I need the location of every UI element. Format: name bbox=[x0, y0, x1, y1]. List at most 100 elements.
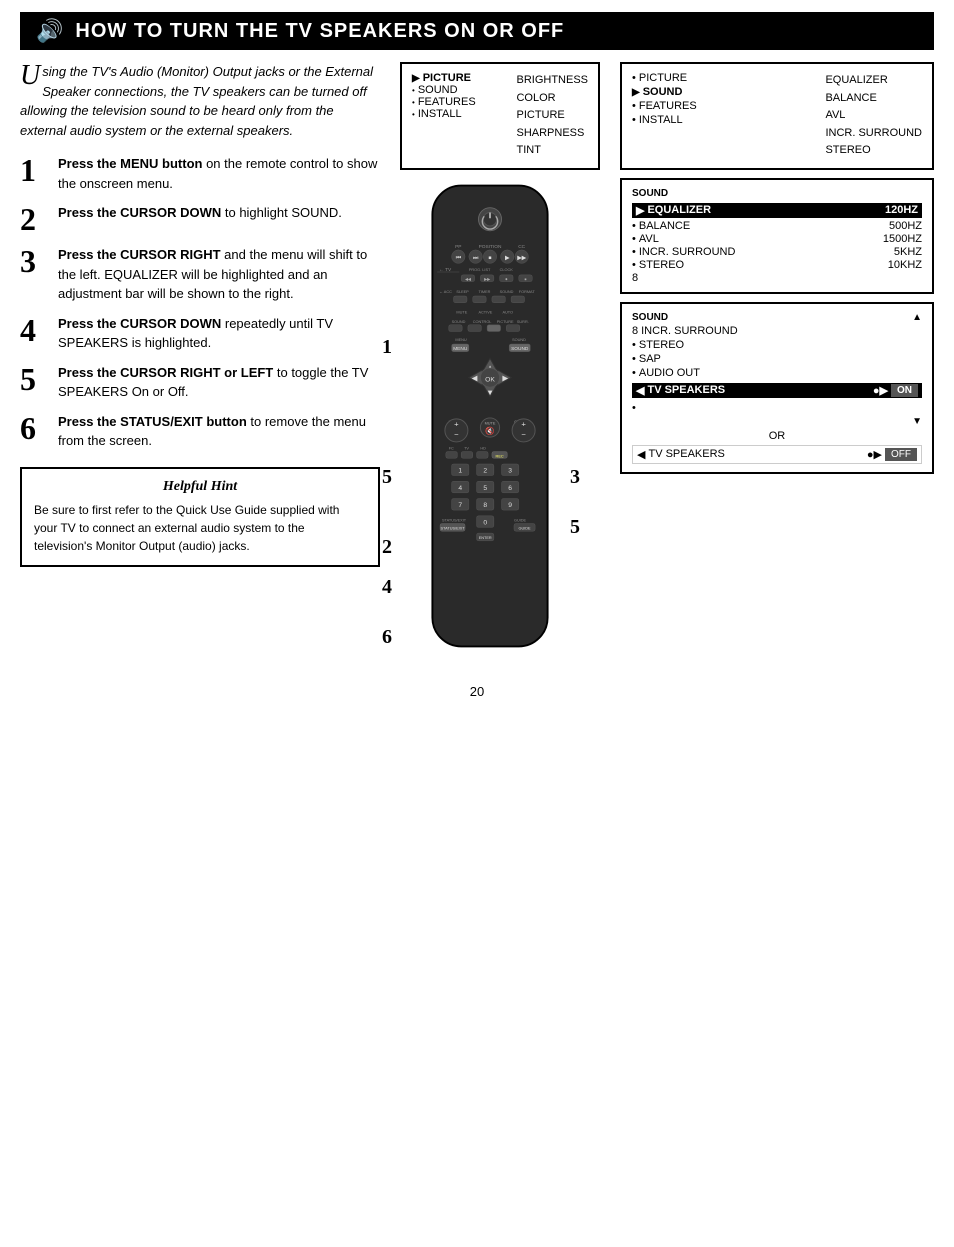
step-label-3: 3 bbox=[570, 466, 580, 489]
speaker-icon: 🔊 bbox=[36, 18, 63, 44]
s3-stereo: STEREO bbox=[639, 259, 684, 271]
step-number-3: 3 bbox=[20, 245, 50, 277]
menu1-picture: PICTURE bbox=[516, 107, 588, 125]
or-divider: OR bbox=[632, 430, 922, 442]
svg-text:ACTIVE: ACTIVE bbox=[478, 310, 492, 314]
screen3-label: SOUND bbox=[632, 188, 922, 199]
s3-1500: 1500HZ bbox=[883, 233, 922, 245]
svg-text:⏹: ⏹ bbox=[489, 255, 492, 261]
hint-text: Be sure to first refer to the Quick Use … bbox=[34, 501, 366, 555]
s3-eq-bar: ▶EQUALIZER 120HZ bbox=[632, 203, 922, 218]
step-label-5: 5 bbox=[382, 466, 392, 489]
svg-text:← TV: ← TV bbox=[439, 267, 452, 273]
s2-install: INSTALL bbox=[639, 114, 683, 126]
page-header: 🔊 How to Turn the TV Speakers On or Off bbox=[20, 12, 934, 50]
hint-box: Helpful Hint Be sure to first refer to t… bbox=[20, 467, 380, 567]
remote-control: 1 5 2 4 3 5 6 PP POSITION CC bbox=[400, 176, 600, 656]
intro-paragraph: Using the TV's Audio (Monitor) Output ja… bbox=[20, 62, 380, 140]
svg-text:3: 3 bbox=[508, 468, 512, 475]
hint-title: Helpful Hint bbox=[34, 479, 366, 495]
drop-cap: U bbox=[20, 62, 40, 90]
screen4-label: SOUND bbox=[632, 312, 668, 323]
svg-text:MUTE: MUTE bbox=[485, 422, 496, 426]
svg-text:MENU: MENU bbox=[453, 346, 468, 352]
s3-500: 500HZ bbox=[889, 220, 922, 232]
step-number-6: 6 bbox=[20, 412, 50, 444]
s3-incr: INCR. SURROUND bbox=[639, 246, 736, 258]
svg-text:⏺: ⏺ bbox=[505, 278, 507, 282]
step-label-2: 2 bbox=[382, 536, 392, 559]
s2-balance: BALANCE bbox=[825, 90, 922, 108]
menu1-picture: PICTURE bbox=[423, 72, 471, 84]
s2-sound: SOUND bbox=[643, 86, 683, 98]
step-3: 3 Press the CURSOR RIGHT and the menu wi… bbox=[20, 245, 380, 304]
svg-text:⏹: ⏹ bbox=[525, 278, 527, 282]
screen-3: SOUND ▶EQUALIZER 120HZ •BALANCE 500HZ •A… bbox=[620, 178, 934, 294]
svg-text:−: − bbox=[521, 430, 526, 439]
step-list: 1 Press the MENU button on the remote co… bbox=[20, 154, 380, 451]
svg-text:6: 6 bbox=[508, 485, 512, 492]
step-text-2: Press the CURSOR DOWN to highlight SOUND… bbox=[58, 203, 380, 223]
page-title: How to Turn the TV Speakers On or Off bbox=[75, 20, 564, 43]
step-number-2: 2 bbox=[20, 203, 50, 235]
step-text-4: Press the CURSOR DOWN repeatedly until T… bbox=[58, 314, 380, 353]
svg-text:MENU: MENU bbox=[455, 338, 467, 342]
svg-text:HD: HD bbox=[480, 447, 486, 451]
s3-5k: 5KHZ bbox=[894, 246, 922, 258]
svg-text:2: 2 bbox=[483, 468, 487, 475]
step-4: 4 Press the CURSOR DOWN repeatedly until… bbox=[20, 314, 380, 353]
svg-text:STATUS/EXIT: STATUS/EXIT bbox=[442, 519, 467, 523]
svg-text:SOUND: SOUND bbox=[512, 338, 526, 342]
s4-stereo: STEREO bbox=[639, 339, 684, 351]
s2-features: FEATURES bbox=[639, 100, 697, 112]
menu1-features: FEATURES bbox=[418, 96, 476, 108]
s4-incr: INCR. SURROUND bbox=[641, 325, 738, 337]
menu1-install: INSTALL bbox=[418, 108, 462, 120]
svg-text:FORMAT: FORMAT bbox=[519, 290, 536, 294]
s3-avl: AVL bbox=[639, 233, 659, 245]
tv-speakers-off: ◀TV SPEAKERS bbox=[637, 448, 725, 461]
s3-balance: BALANCE bbox=[639, 220, 690, 232]
svg-text:PICTURE: PICTURE bbox=[497, 320, 514, 324]
svg-text:4: 4 bbox=[458, 485, 462, 492]
svg-text:▶: ▶ bbox=[505, 255, 510, 261]
svg-text:7: 7 bbox=[458, 502, 462, 509]
svg-text:+: + bbox=[521, 420, 526, 429]
svg-text:CLOCK: CLOCK bbox=[500, 268, 514, 272]
svg-text:0: 0 bbox=[483, 519, 487, 526]
right-column: • PICTURE ▶ SOUND • FEATURES • INSTALL bbox=[620, 62, 934, 656]
menu1-sharpness: SHARPNESS bbox=[516, 125, 588, 143]
remote-svg: PP POSITION CC ⏮ ⏭ ⏹ ▶ ▶▶ ← TV PROG. LIS… bbox=[400, 176, 580, 656]
svg-text:SLEEP: SLEEP bbox=[456, 290, 469, 294]
step-text-5: Press the CURSOR RIGHT or LEFT to toggle… bbox=[58, 363, 380, 402]
svg-text:SOUND: SOUND bbox=[511, 346, 529, 352]
s3-10k: 10KHZ bbox=[888, 259, 922, 271]
step-number-1: 1 bbox=[20, 154, 50, 186]
main-content: Using the TV's Audio (Monitor) Output ja… bbox=[0, 50, 954, 668]
menu1-brightness: BRIGHTNESS bbox=[516, 72, 588, 90]
svg-text:GUIDE: GUIDE bbox=[518, 526, 531, 530]
step-label-1: 1 bbox=[382, 336, 392, 359]
svg-text:CC: CC bbox=[518, 244, 525, 250]
s2-incr: INCR. SURROUND bbox=[825, 125, 922, 143]
svg-text:AUTO: AUTO bbox=[502, 310, 513, 314]
svg-text:5: 5 bbox=[483, 485, 487, 492]
menu1-color: COLOR bbox=[516, 90, 588, 108]
step-1: 1 Press the MENU button on the remote co… bbox=[20, 154, 380, 193]
svg-text:CONTROL: CONTROL bbox=[473, 320, 492, 324]
svg-text:PROG. LIST: PROG. LIST bbox=[469, 268, 491, 272]
step-label-5b: 5 bbox=[570, 516, 580, 539]
svg-text:TIMER: TIMER bbox=[478, 290, 490, 294]
svg-text:⏮: ⏮ bbox=[456, 255, 461, 261]
center-column: ▶ PICTURE • SOUND • FEATURES • INSTALL bbox=[390, 62, 610, 656]
svg-text:9: 9 bbox=[508, 502, 512, 509]
svg-text:← ACC: ← ACC bbox=[439, 290, 452, 294]
svg-text:SURR.: SURR. bbox=[517, 320, 529, 324]
s4-audio-out: AUDIO OUT bbox=[639, 367, 700, 379]
svg-text:▶▶: ▶▶ bbox=[517, 255, 526, 261]
step-label-4: 4 bbox=[382, 576, 392, 599]
step-number-5: 5 bbox=[20, 363, 50, 395]
step-text-3: Press the CURSOR RIGHT and the menu will… bbox=[58, 245, 380, 304]
svg-text:STATUS/EXIT: STATUS/EXIT bbox=[441, 526, 466, 530]
s4-arrow-down: ▼ bbox=[912, 416, 922, 427]
